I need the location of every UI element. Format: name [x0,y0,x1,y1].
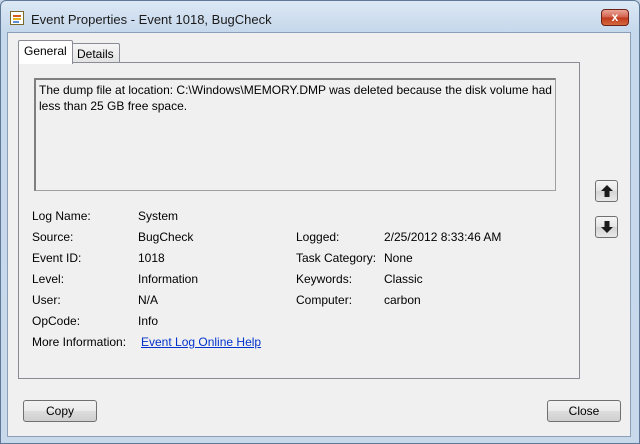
opcode-value: Info [138,314,159,328]
task-category-value: None [384,251,413,265]
level-label: Level: [32,272,65,286]
general-tab-panel: The dump file at location: C:\Windows\ME… [18,62,580,379]
computer-value: carbon [384,293,421,307]
event-viewer-icon [10,11,24,25]
user-label: User: [32,293,61,307]
window-close-button[interactable]: x [601,9,629,26]
more-information-label: More Information: [32,335,127,349]
event-description-box[interactable]: The dump file at location: C:\Windows\ME… [34,78,556,191]
dialog-client-area: General Details The dump file at locatio… [7,32,631,437]
event-id-value: 1018 [138,251,165,265]
keywords-value: Classic [384,272,423,286]
source-value: BugCheck [138,230,194,244]
arrow-down-icon [601,221,613,233]
opcode-label: OpCode: [32,314,81,328]
arrow-up-icon [601,185,613,197]
event-id-label: Event ID: [32,251,82,265]
log-name-value: System [138,209,179,223]
source-label: Source: [32,230,74,244]
tab-general[interactable]: General [18,40,73,64]
previous-event-button[interactable] [595,180,618,202]
window-title: Event Properties - Event 1018, BugCheck [31,12,272,27]
user-value: N/A [138,293,159,307]
close-button[interactable]: Close [547,400,621,422]
title-bar[interactable]: Event Properties - Event 1018, BugCheck … [1,1,639,33]
task-category-label: Task Category: [296,251,377,265]
event-properties-window: Event Properties - Event 1018, BugCheck … [0,0,640,444]
logged-value: 2/25/2012 8:33:46 AM [384,230,502,244]
keywords-label: Keywords: [296,272,353,286]
event-log-online-help-link[interactable]: Event Log Online Help [141,335,261,349]
next-event-button[interactable] [595,216,618,238]
log-name-label: Log Name: [32,209,91,223]
logged-label: Logged: [296,230,340,244]
copy-button[interactable]: Copy [23,400,97,422]
computer-label: Computer: [296,293,353,307]
level-value: Information [138,272,199,286]
